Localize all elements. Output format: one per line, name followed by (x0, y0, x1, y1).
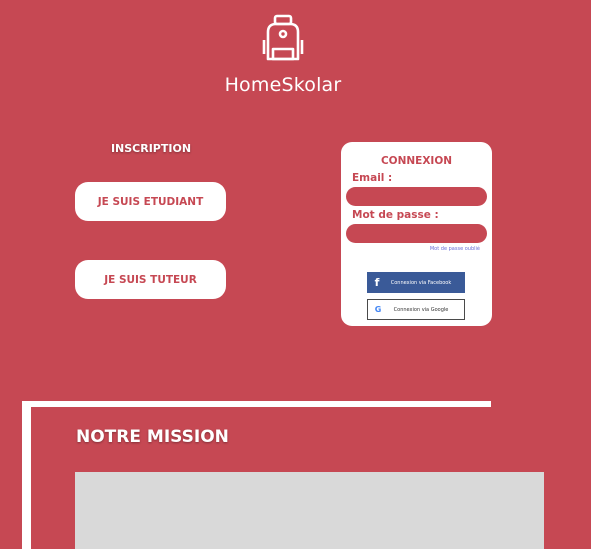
email-label: Email : (352, 172, 393, 184)
email-field[interactable] (346, 187, 487, 206)
password-label: Mot de passe : (352, 209, 439, 221)
tutor-signup-button[interactable]: JE SUIS TUTEUR (75, 260, 226, 299)
password-field[interactable] (346, 224, 487, 243)
mission-title: NOTRE MISSION (76, 427, 229, 447)
mission-frame-left (22, 401, 31, 549)
login-card: CONNEXION Email : Mot de passe : Mot de … (341, 142, 492, 326)
mission-content-placeholder (75, 472, 544, 549)
facebook-login-label: Connexion via Facebook (390, 279, 452, 286)
forgot-password-link[interactable]: Mot de passe oublié (430, 246, 480, 252)
brand-name: HomeSkolar (224, 74, 342, 96)
facebook-login-button[interactable]: f Connexion via Facebook (367, 272, 465, 293)
google-login-label: Connexion via Google (393, 306, 449, 313)
inscription-title: INSCRIPTION (110, 142, 192, 155)
backpack-icon (262, 14, 304, 61)
facebook-icon: f (374, 276, 380, 289)
google-icon: G (374, 305, 382, 314)
google-login-button[interactable]: G Connexion via Google (367, 299, 465, 320)
mission-frame-top (22, 401, 491, 407)
student-signup-button[interactable]: JE SUIS ETUDIANT (75, 182, 226, 221)
login-title: CONNEXION (380, 155, 453, 167)
